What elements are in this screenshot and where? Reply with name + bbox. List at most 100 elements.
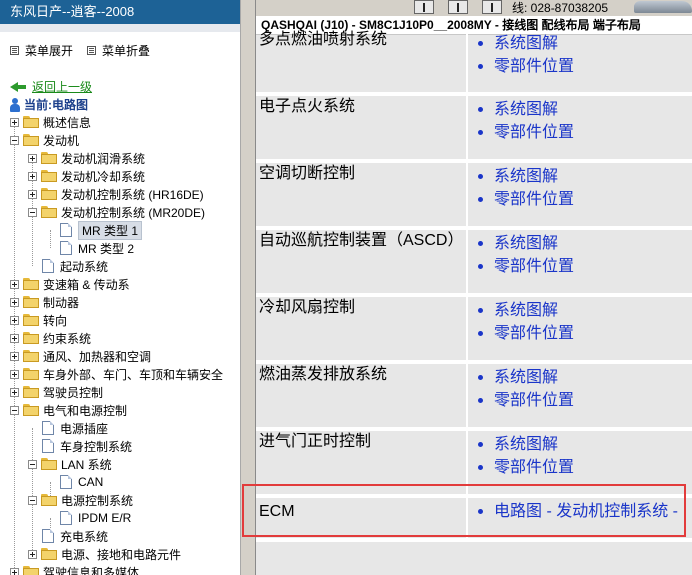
system-diagram-link[interactable]: 系统图解: [478, 234, 558, 254]
collapse-icon[interactable]: [28, 495, 37, 505]
component-location-link[interactable]: 零部件位置: [478, 190, 574, 210]
expand-icon[interactable]: [10, 117, 19, 127]
menu-collapse-button[interactable]: 菜单折叠: [87, 42, 150, 59]
toolbar-button[interactable]: [414, 0, 434, 14]
expand-icon[interactable]: [10, 279, 19, 289]
system-links: 系统图解 零部件位置: [466, 431, 692, 494]
bullet-icon: [478, 174, 483, 179]
bullet-icon: [478, 107, 483, 112]
bullet-icon: [478, 398, 483, 403]
back-link[interactable]: 返回上一级: [10, 78, 92, 95]
tree-item-restraint[interactable]: 约束系统: [10, 329, 91, 347]
menu-collapse-label: 菜单折叠: [102, 43, 151, 58]
system-diagram-link[interactable]: 系统图解: [478, 167, 558, 187]
current-location: 当前:电路图: [10, 96, 88, 113]
system-links: 系统图解 零部件位置: [466, 297, 692, 360]
system-diagram-link[interactable]: 系统图解: [478, 34, 558, 54]
expand-icon[interactable]: [10, 351, 19, 361]
system-name: 冷却风扇控制: [259, 299, 356, 316]
circuit-diagram-link[interactable]: 电路图 - 发动机控制系统 -: [478, 502, 678, 522]
tree-item-transmission[interactable]: 变速箱 & 传动系: [10, 275, 130, 293]
document-icon: [42, 421, 54, 435]
tree-item-engine-control-mr20de[interactable]: 发动机控制系统 (MR20DE): [28, 203, 205, 221]
tree-item-engine-lubrication[interactable]: 发动机润滑系统: [28, 149, 145, 167]
tree-item-body-control[interactable]: 车身控制系统: [42, 437, 132, 455]
document-icon: [42, 439, 54, 453]
tree-item-engine-cooling[interactable]: 发动机冷却系统: [28, 167, 145, 185]
collapse-icon[interactable]: [28, 207, 37, 217]
tree-item-mr-type-2[interactable]: MR 类型 2: [60, 239, 134, 257]
tree-item-steering[interactable]: 转向: [10, 311, 67, 329]
system-diagram-link[interactable]: 系统图解: [478, 100, 558, 120]
tree-item-engine-control-hr16de[interactable]: 发动机控制系统 (HR16DE): [28, 185, 204, 203]
bullet-icon: [478, 264, 483, 269]
expand-icon[interactable]: [10, 369, 19, 379]
expand-icon[interactable]: [10, 333, 19, 343]
tree-item-lan-system[interactable]: LAN 系统: [28, 455, 112, 473]
folder-icon: [23, 566, 39, 575]
expand-icon[interactable]: [10, 315, 19, 325]
folder-icon: [23, 278, 39, 290]
tree-item-mr-type-1[interactable]: MR 类型 1: [60, 220, 143, 240]
tree-item-overview[interactable]: 概述信息: [10, 113, 91, 131]
component-location-link[interactable]: 零部件位置: [478, 57, 574, 77]
folder-icon: [41, 548, 57, 560]
tree-item-power-outlet[interactable]: 电源插座: [42, 419, 108, 437]
bullet-icon: [478, 64, 483, 69]
tree-item-charging-system[interactable]: 充电系统: [42, 527, 108, 545]
component-location-link[interactable]: 零部件位置: [478, 257, 574, 277]
folder-icon: [41, 458, 57, 470]
back-arrow-icon: [10, 81, 26, 93]
tree-item-engine[interactable]: 发动机: [10, 131, 79, 149]
top-toolbar-strip: 线: 028-87038205: [256, 0, 692, 16]
tree-item-power-ground-circuit[interactable]: 电源、接地和电路元件: [28, 545, 181, 563]
system-diagram-link[interactable]: 系统图解: [478, 301, 558, 321]
expand-icon[interactable]: [28, 189, 37, 199]
expand-icon[interactable]: [10, 297, 19, 307]
system-name: 电子点火系统: [259, 98, 356, 115]
toolbar-button[interactable]: [482, 0, 502, 14]
folder-icon: [23, 314, 39, 326]
collapse-icon[interactable]: [10, 405, 19, 415]
expand-icon[interactable]: [10, 567, 19, 575]
expand-icon[interactable]: [10, 387, 19, 397]
nav-title: 东风日产--逍客--2008: [0, 0, 240, 32]
pane-splitter[interactable]: [240, 0, 256, 575]
system-diagram-link[interactable]: 系统图解: [478, 368, 558, 388]
menu-expand-button[interactable]: 菜单展开: [10, 42, 73, 59]
tree-item-starting-system[interactable]: 起动系统: [42, 257, 108, 275]
expand-icon[interactable]: [28, 153, 37, 163]
component-location-link[interactable]: 零部件位置: [478, 391, 574, 411]
system-diagram-link[interactable]: 系统图解: [478, 435, 558, 455]
system-row: 冷却风扇控制 系统图解 零部件位置: [256, 297, 692, 360]
system-row: 空调切断控制 系统图解 零部件位置: [256, 163, 692, 226]
expand-icon[interactable]: [28, 171, 37, 181]
tree-item-driver-controls[interactable]: 驾驶员控制: [10, 383, 103, 401]
collapse-icon[interactable]: [10, 135, 19, 145]
folder-icon: [23, 296, 39, 308]
tree-item-ipdm-er[interactable]: IPDM E/R: [60, 509, 131, 527]
expand-icon[interactable]: [28, 549, 37, 559]
tree-item-body-exterior[interactable]: 车身外部、车门、车顶和车辆安全: [10, 365, 223, 383]
toolbar-button[interactable]: [448, 0, 468, 14]
collapse-icon[interactable]: [28, 459, 37, 469]
system-row: 多点燃油喷射系统 系统图解 零部件位置: [256, 29, 692, 92]
folder-icon: [23, 134, 39, 146]
tree-item-can[interactable]: CAN: [60, 473, 103, 491]
tree-item-electrical-power[interactable]: 电气和电源控制: [10, 401, 127, 419]
component-location-link[interactable]: 零部件位置: [478, 123, 574, 143]
tree-item-brakes[interactable]: 制动器: [10, 293, 79, 311]
bullet-icon: [478, 442, 483, 447]
folder-icon: [41, 494, 57, 506]
tree-item-hvac[interactable]: 通风、加热器和空调: [10, 347, 151, 365]
tree-item-power-control[interactable]: 电源控制系统: [28, 491, 133, 509]
document-icon: [60, 511, 72, 525]
system-links: 系统图解 零部件位置: [466, 96, 692, 159]
component-location-link[interactable]: 零部件位置: [478, 458, 574, 478]
phone-number-text: 线: 028-87038205: [512, 1, 609, 15]
tree-item-driver-info-multimedia[interactable]: 驾驶信息和多媒体: [10, 563, 139, 575]
system-row: 电子点火系统 系统图解 零部件位置: [256, 96, 692, 159]
document-icon: [60, 475, 72, 489]
component-location-link[interactable]: 零部件位置: [478, 324, 574, 344]
bullet-icon: [478, 375, 483, 380]
